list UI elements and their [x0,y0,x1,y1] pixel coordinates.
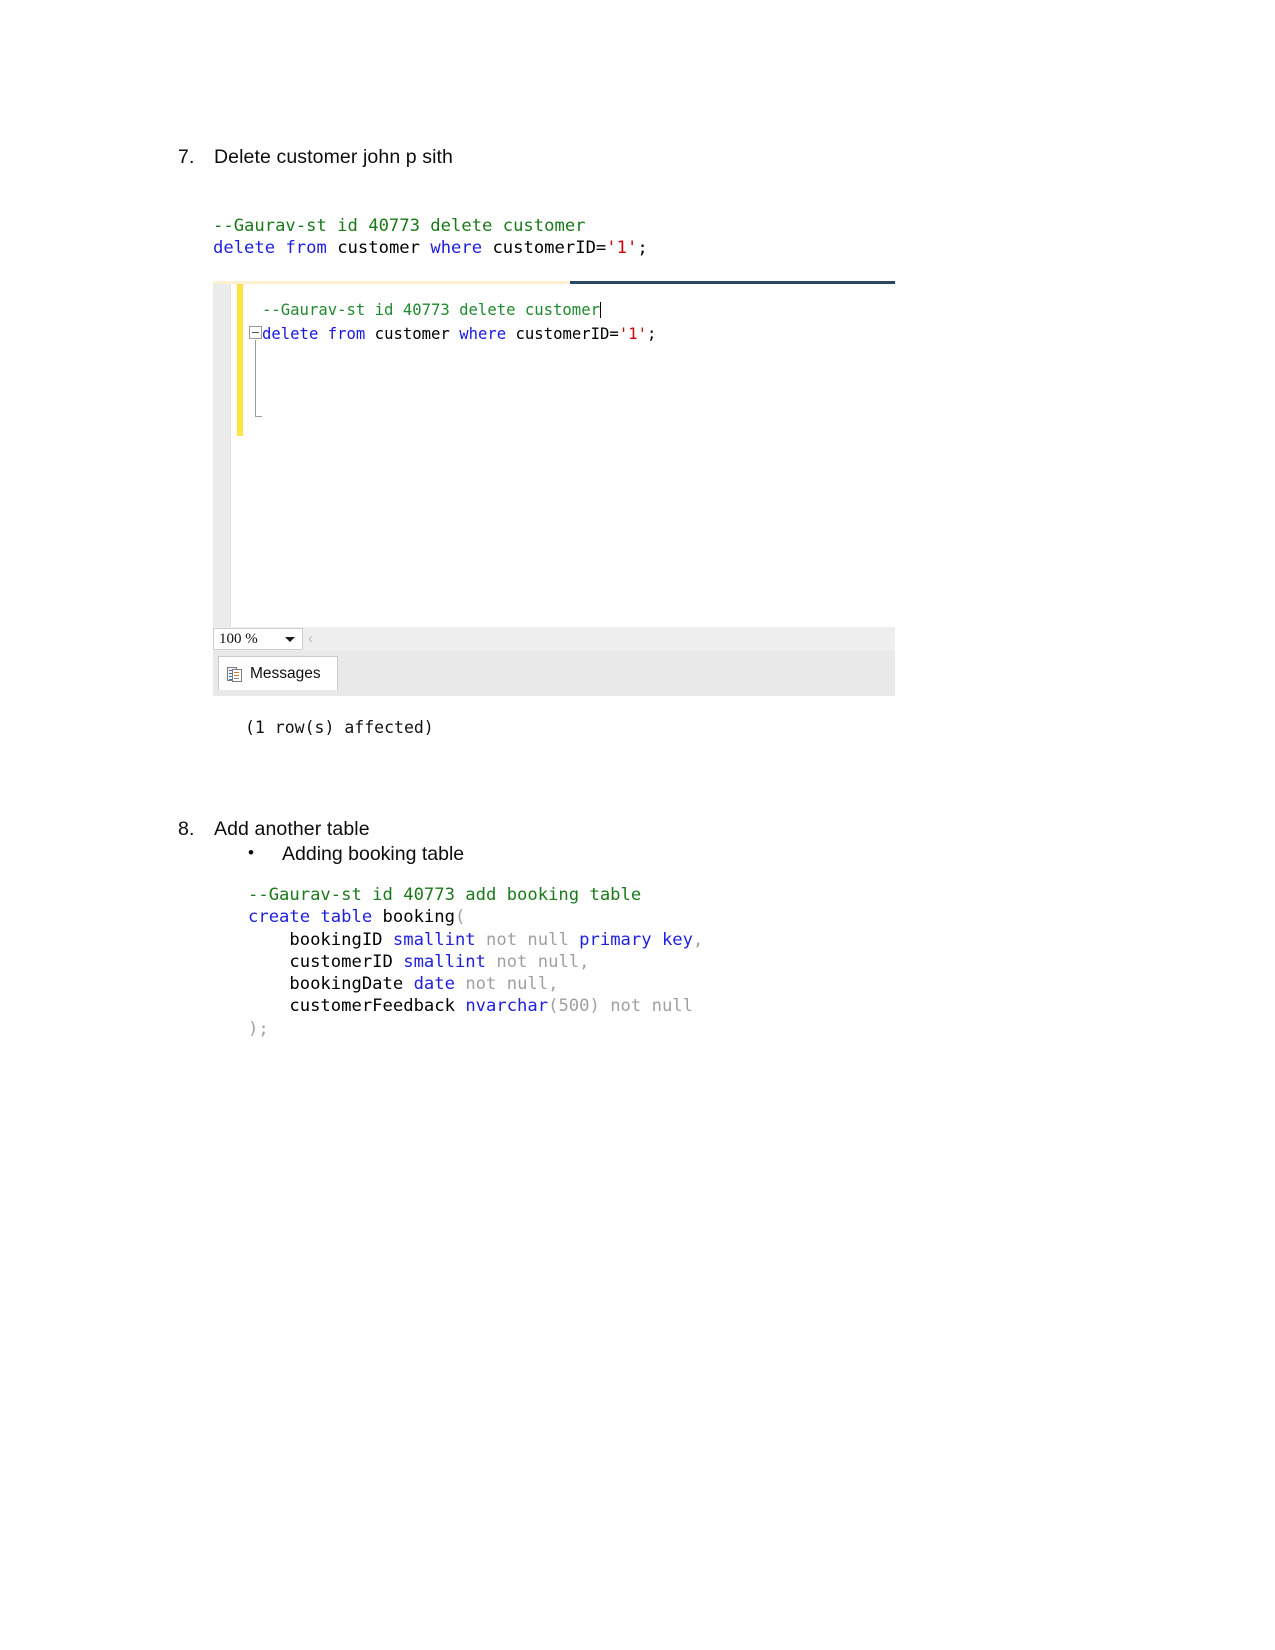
sql-column-trail: , [579,951,590,972]
messages-output-text: (1 row(s) affected) [245,718,434,737]
sql-column-name: bookingID [248,929,393,950]
bullet-item-label: Adding booking table [282,843,465,865]
sql-column-type: date [413,974,455,995]
messages-icon [227,666,243,682]
ssms-keyword-where: where [459,325,507,343]
ssms-selection-margin [213,284,231,627]
list-item-label: Add another table [214,818,370,840]
ssms-keyword-from: from [318,325,366,343]
sql-column-extra: primary key [579,929,693,950]
sql-column-trail: , [692,929,704,950]
list-item-label: Delete customer john p sith [214,146,453,168]
ssms-editor-code[interactable]: --Gaurav-st id 40773 delete customer del… [262,298,656,346]
collapse-region-icon[interactable] [249,326,262,339]
ssms-screenshot: --Gaurav-st id 40773 delete customer del… [213,277,895,696]
chevron-down-icon[interactable] [285,637,295,642]
sql-column-constraint: (500) [548,996,600,1017]
ssms-tab-strip-fade [213,277,895,281]
sql-keyword-where: where [430,238,483,259]
tab-messages[interactable]: Messages [218,656,338,690]
outline-region-line [255,340,256,417]
list-item-7: 7. Delete customer john p sith [178,144,453,170]
sql-code-block-create: --Gaurav-st id 40773 add booking table c… [248,884,703,1040]
list-item-number: 8. [178,818,195,840]
text-caret [599,302,601,318]
sql-column-type: nvarchar [465,996,549,1017]
sql-column-name: customerFeedback [248,996,466,1017]
sql-new-table-name: booking [372,907,455,928]
sql-column-constraint: not null [475,929,580,950]
ssms-column-predicate: customerID= [506,325,619,343]
sql-column-constraint: not null [486,951,580,972]
list-item-number: 7. [178,146,195,168]
sql-open-paren: ( [454,907,466,928]
bullet-item-adding-booking-table: • Adding booking table [248,841,464,867]
sql-column-trail: , [548,974,559,995]
sql-column-extra: not null [599,996,693,1017]
list-item-8: 8. Add another table [178,816,370,842]
sql-statement-terminator: ; [637,238,648,259]
sql-comment-line: --Gaurav-st id 40773 delete customer [213,216,586,236]
zoom-level-value: 100 % [219,630,258,647]
ssms-keyword-delete: delete [262,325,319,343]
ssms-table-name: customer [365,325,460,343]
sql-column-type: smallint [392,929,476,950]
outline-region-foot [255,416,262,417]
ssms-string-literal: '1' [618,325,647,343]
sql-column-predicate: customerID= [482,238,607,259]
sql-table-name: customer [326,238,431,259]
sql-column-constraint: not null [454,974,549,995]
sql-close-paren: ); [248,1018,269,1039]
tab-messages-label: Messages [250,664,321,682]
sql-code-block-delete: --Gaurav-st id 40773 delete customer del… [213,215,648,260]
sql-keyword-create-table: create table [248,907,373,928]
sql-column-type: smallint [403,951,487,972]
ssms-unsaved-change-bar [237,284,243,436]
bullet-icon: • [248,843,254,862]
ssms-query-editor[interactable]: --Gaurav-st id 40773 delete customer del… [213,284,895,627]
sql-column-name: customerID [248,951,404,972]
ssms-statement-terminator: ; [646,325,657,343]
chevron-left-icon[interactable]: ‹ [308,630,313,647]
sql-string-literal: '1' [606,238,638,259]
ssms-zoom-toolbar: 100 % ‹ [213,627,895,651]
zoom-level-dropdown[interactable]: 100 % [213,628,303,650]
ssms-comment-line: --Gaurav-st id 40773 delete customer [262,301,600,319]
sql-column-name: bookingDate [248,974,414,995]
sql-keyword-delete: delete [213,238,276,259]
ssms-results-tab-strip: Messages [213,651,895,696]
sql-keyword-from: from [285,238,327,259]
sql-comment-line: --Gaurav-st id 40773 add booking table [248,885,642,905]
document-page: 7. Delete customer john p sith --Gaurav-… [0,0,1275,1650]
